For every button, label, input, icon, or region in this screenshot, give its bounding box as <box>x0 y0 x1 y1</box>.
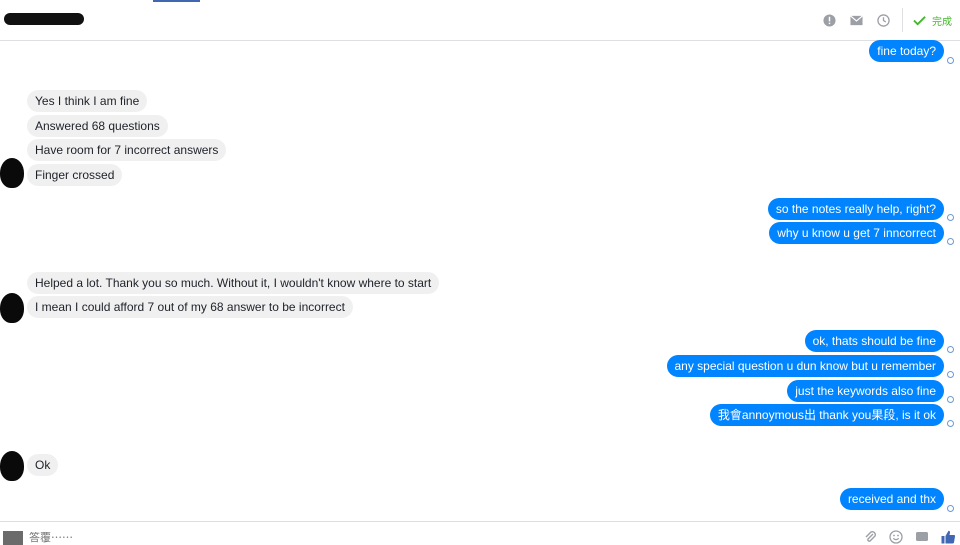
message-incoming[interactable]: Finger crossed <box>27 164 123 186</box>
message-outgoing[interactable]: 我會annoymous出 thank you果段, is it ok <box>709 404 944 426</box>
contact-avatar <box>0 293 24 323</box>
message-incoming[interactable]: Ok <box>27 454 59 476</box>
message-incoming[interactable]: I mean I could afford 7 out of my 68 ans… <box>27 296 353 318</box>
seen-indicator-icon <box>947 214 954 221</box>
seen-indicator-icon <box>947 420 954 427</box>
message-outgoing[interactable]: so the notes really help, right? <box>767 198 944 220</box>
message-incoming[interactable]: Yes I think I am fine <box>27 90 148 112</box>
message-outgoing[interactable]: received and thx <box>839 488 944 510</box>
camera-icon[interactable] <box>914 530 930 544</box>
message-outgoing[interactable]: why u know u get 7 inncorrect <box>769 222 944 244</box>
composer-bar <box>0 521 960 545</box>
seen-indicator-icon <box>947 238 954 245</box>
emoji-icon[interactable] <box>888 530 904 544</box>
reply-input[interactable] <box>29 532 329 544</box>
attachment-icon[interactable] <box>862 530 878 544</box>
message-outgoing[interactable]: fine today? <box>869 40 944 62</box>
composer-actions <box>852 530 956 544</box>
message-incoming[interactable]: Helped a lot. Thank you so much. Without… <box>27 272 440 294</box>
done-label: 完成 <box>932 16 952 28</box>
done-button[interactable]: 完成 <box>913 13 952 28</box>
header-divider <box>902 8 903 32</box>
message-outgoing[interactable]: just the keywords also fine <box>787 380 944 402</box>
message-outgoing[interactable]: ok, thats should be fine <box>804 330 944 352</box>
seen-indicator-icon <box>947 57 954 64</box>
seen-indicator-icon <box>947 371 954 378</box>
message-incoming[interactable]: Have room for 7 incorrect answers <box>27 139 227 161</box>
seen-indicator-icon <box>947 396 954 403</box>
thumbs-up-icon[interactable] <box>940 530 956 544</box>
contact-avatar <box>0 158 24 188</box>
contact-avatar <box>0 451 24 481</box>
conversation-header: 完成 <box>0 0 960 41</box>
redacted-contact-name <box>4 13 84 25</box>
user-avatar <box>3 531 23 545</box>
message-outgoing[interactable]: any special question u dun know but u re… <box>666 355 944 377</box>
mail-icon[interactable] <box>849 13 863 27</box>
info-icon[interactable] <box>822 13 836 27</box>
tab-indicator <box>153 0 200 2</box>
seen-indicator-icon <box>947 346 954 353</box>
clock-icon[interactable] <box>876 13 890 27</box>
message-incoming[interactable]: Answered 68 questions <box>27 115 168 137</box>
checkmark-icon <box>913 15 926 26</box>
header-actions: 完成 <box>809 8 952 32</box>
seen-indicator-icon <box>947 505 954 512</box>
